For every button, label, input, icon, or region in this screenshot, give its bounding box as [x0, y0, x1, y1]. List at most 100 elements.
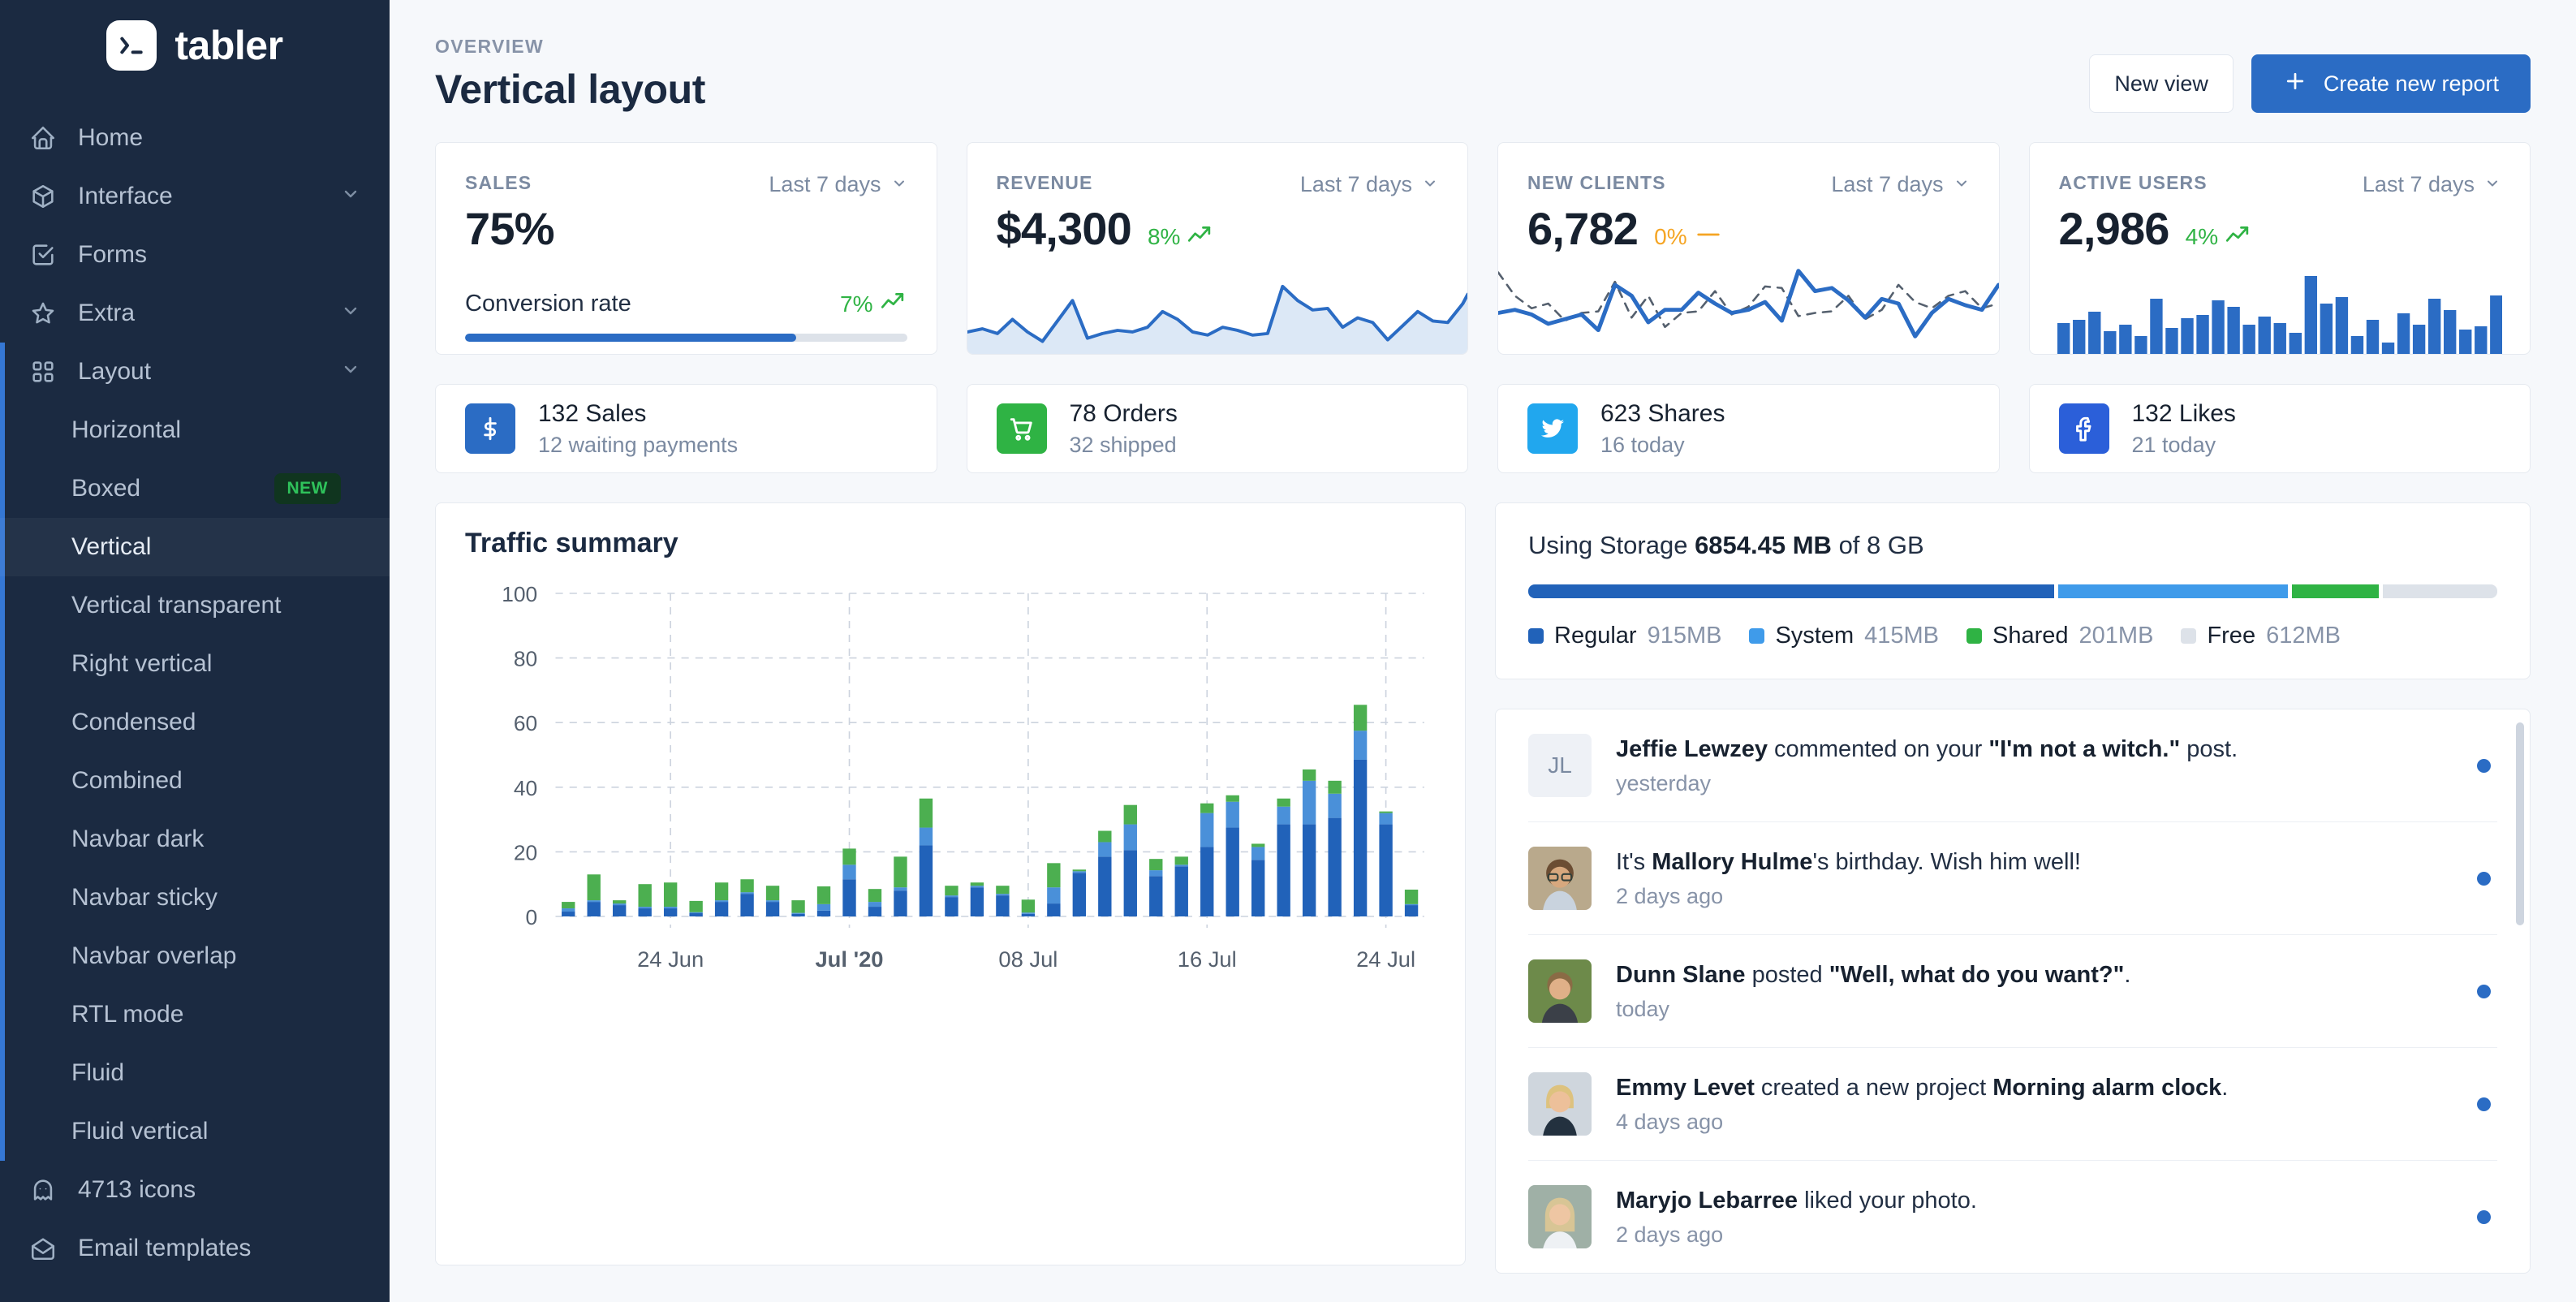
conversion-rate-label: Conversion rate	[465, 291, 631, 317]
stat-label: New clients	[1527, 172, 1666, 193]
svg-text:80: 80	[514, 647, 537, 671]
activity-feed-message: Emmy Levet created a new project Morning…	[1616, 1074, 2229, 1101]
sidebar-item-forms[interactable]: Forms	[0, 226, 390, 284]
layout-grid-icon	[28, 356, 58, 387]
avatar-initials: JL	[1528, 734, 1592, 797]
app-root: tabler Home Interface Forms Extra Layout…	[0, 0, 2576, 1302]
period-dropdown[interactable]: Last 7 days	[769, 172, 907, 197]
sidebar-item-navbar-sticky[interactable]: Navbar sticky	[0, 869, 390, 927]
period-label: Last 7 days	[2362, 172, 2475, 196]
sidebar-item-label: Layout	[78, 358, 152, 385]
stat-card-new-clients: New clients Last 7 days 6,782 0%	[1497, 142, 2000, 355]
sidebar-item-vertical-transparent[interactable]: Vertical transparent	[0, 576, 390, 635]
mini-card-title: 132 Sales	[538, 399, 647, 427]
sidebar-item-fluid-vertical[interactable]: Fluid vertical	[0, 1102, 390, 1161]
mini-card-text: 132 Sales 12 waiting payments	[538, 400, 738, 458]
stat-label: Revenue	[996, 172, 1093, 193]
activity-feed-text: Emmy Levet created a new project Morning…	[1616, 1073, 2453, 1136]
period-dropdown[interactable]: Last 7 days	[1300, 172, 1438, 197]
sidebar-item-fluid[interactable]: Fluid	[0, 1044, 390, 1102]
avatar	[1528, 959, 1592, 1023]
sidebar-item-email-templates[interactable]: Email templates	[0, 1219, 390, 1278]
chevron-down-icon	[1422, 172, 1438, 197]
stat-value: 2,986	[2058, 203, 2170, 254]
delta-value: 8%	[1147, 224, 1181, 249]
unread-indicator-dot	[2477, 984, 2491, 998]
mini-card-text: 623 Shares 16 today	[1600, 400, 1725, 458]
stat-card-revenue: Revenue Last 7 days $4,300 8%	[966, 142, 1468, 355]
new-clients-sparkline-line-chart	[1498, 265, 1999, 343]
traffic-summary-card: Traffic summary 0 20 40 60 80 100 24 Jun Jul '2…	[435, 502, 1466, 1265]
sidebar-subitem-label: Vertical transparent	[71, 592, 282, 619]
stat-card-row: Sales Last 7 days 75% Conversion rate	[435, 142, 2531, 355]
storage-suffix: of 8 GB	[1831, 531, 1924, 559]
sidebar-item-condensed[interactable]: Condensed	[0, 693, 390, 752]
delta-value: 0%	[1654, 224, 1687, 249]
sidebar-item-layout[interactable]: Layout	[0, 343, 390, 401]
sidebar-item-combined[interactable]: Combined	[0, 752, 390, 810]
mini-card-orders: 78 Orders 32 shipped	[966, 384, 1468, 473]
activity-feed-timestamp: 4 days ago	[1616, 1110, 1724, 1135]
sidebar-item-horizontal[interactable]: Horizontal	[0, 401, 390, 459]
activity-feed-text: It's Mallory Hulme's birthday. Wish him …	[1616, 847, 2453, 910]
legend-value: 201MB	[2078, 623, 2154, 649]
sidebar-subitem-label: Navbar sticky	[71, 884, 218, 911]
scrollbar-thumb[interactable]	[2516, 722, 2524, 925]
unread-indicator-dot	[2477, 871, 2491, 886]
sidebar-item-right-vertical[interactable]: Right vertical	[0, 635, 390, 693]
activity-feed-message: It's Mallory Hulme's birthday. Wish him …	[1616, 848, 2081, 875]
sidebar-item-boxed[interactable]: Boxed NEW	[0, 459, 390, 518]
terminal-icon	[106, 20, 157, 71]
svg-text:08 Jul: 08 Jul	[998, 946, 1058, 972]
svg-text:Jul '20: Jul '20	[815, 946, 883, 972]
sidebar-item-interface[interactable]: Interface	[0, 167, 390, 226]
mini-card-title: 132 Likes	[2131, 399, 2236, 427]
page-header-actions: New view Create new report	[2089, 54, 2531, 113]
page-header-titles: Overview Vertical layout	[435, 36, 705, 113]
stat-delta: 0%	[1654, 224, 1721, 251]
brand-logo[interactable]: tabler	[0, 0, 390, 91]
storage-prefix: Using Storage	[1528, 531, 1695, 559]
activity-feed-text: Maryjo Lebarree liked your photo. 2 days …	[1616, 1186, 2453, 1248]
activity-feed-item[interactable]: Emmy Levet created a new project Morning…	[1528, 1048, 2497, 1161]
period-dropdown[interactable]: Last 7 days	[1831, 172, 1969, 197]
legend-color-swatch	[2181, 628, 2197, 644]
legend-label: Free	[2207, 623, 2256, 649]
mini-card-subtitle: 21 today	[2131, 432, 2216, 457]
svg-text:24 Jul: 24 Jul	[1356, 946, 1415, 972]
avatar	[1528, 1185, 1592, 1248]
sidebar-item-label: Home	[78, 124, 144, 151]
create-new-report-button[interactable]: Create new report	[2251, 54, 2531, 113]
activity-feed-item[interactable]: It's Mallory Hulme's birthday. Wish him …	[1528, 822, 2497, 935]
activity-feed-item[interactable]: Dunn Slane posted "Well, what do you wan…	[1528, 935, 2497, 1048]
sidebar-item-extra[interactable]: Extra	[0, 284, 390, 343]
sidebar-item-label: Interface	[78, 183, 173, 209]
sidebar-item-rtl-mode[interactable]: RTL mode	[0, 985, 390, 1044]
svg-text:100: 100	[502, 582, 537, 606]
stat-value: 6,782	[1527, 203, 1639, 254]
legend-color-swatch	[1966, 628, 1983, 644]
activity-feed-item[interactable]: JL Jeffie Lewzey commented on your "I'm n…	[1528, 709, 2497, 822]
sidebar-item-vertical[interactable]: Vertical	[0, 518, 390, 576]
activity-feed-text: Dunn Slane posted "Well, what do you wan…	[1616, 960, 2453, 1023]
sidebar-item-icons[interactable]: 4713 icons	[0, 1161, 390, 1219]
status-badge: NEW	[274, 473, 341, 504]
sidebar-item-home[interactable]: Home	[0, 109, 390, 167]
activity-feed-list: JL Jeffie Lewzey commented on your "I'm n…	[1496, 709, 2530, 1273]
sidebar: tabler Home Interface Forms Extra Layout…	[0, 0, 390, 1302]
mini-card-title: 623 Shares	[1600, 399, 1725, 427]
delta-value: 7%	[840, 291, 873, 317]
legend-label: System	[1775, 623, 1854, 649]
legend-value: 915MB	[1647, 623, 1722, 649]
legend-color-swatch	[1749, 628, 1765, 644]
legend-item-system: System 415MB	[1749, 623, 1939, 649]
new-view-button[interactable]: New view	[2089, 54, 2234, 113]
sidebar-item-navbar-overlap[interactable]: Navbar overlap	[0, 927, 390, 985]
chevron-down-icon	[341, 300, 360, 327]
sidebar-subitem-label: Right vertical	[71, 650, 213, 677]
activity-feed-item[interactable]: Maryjo Lebarree liked your photo. 2 days …	[1528, 1161, 2497, 1273]
unread-indicator-dot	[2477, 1097, 2491, 1111]
period-dropdown[interactable]: Last 7 days	[2363, 172, 2501, 197]
stat-card-active-users: Active users Last 7 days 2,986 4%	[2028, 142, 2531, 355]
sidebar-item-navbar-dark[interactable]: Navbar dark	[0, 810, 390, 869]
